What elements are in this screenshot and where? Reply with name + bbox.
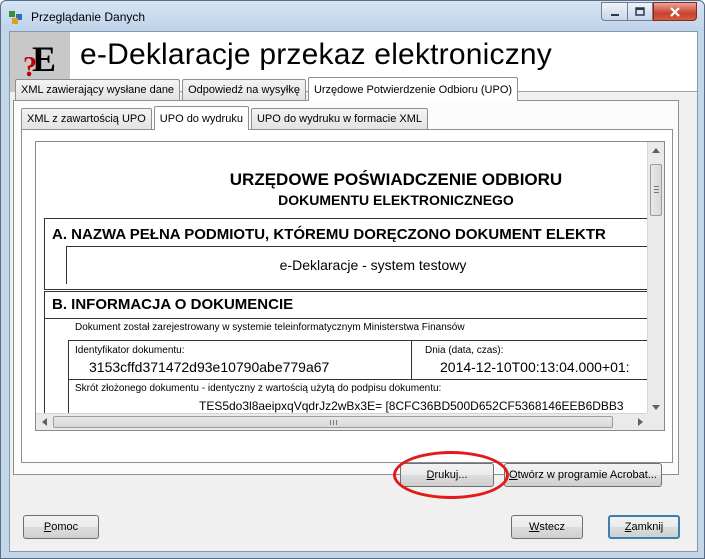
scroll-right-button[interactable] (632, 414, 648, 430)
app-window: Przeglądanie Danych ? E e-Deklaracje prz… (0, 0, 705, 559)
print-label: rukuj... (434, 469, 468, 481)
help-label: omoc (51, 521, 79, 533)
window-controls (601, 2, 697, 21)
close-hotkey: Z (624, 521, 632, 533)
document-subtitle: DOKUMENTU ELEKTRONICZNEGO (278, 192, 514, 208)
grip-line (336, 420, 337, 425)
grip-line (330, 420, 331, 425)
outer-tab-strip: XML zawierający wysłane dane Odpowiedź n… (15, 77, 520, 101)
date-label: Dnia (data, czas): (425, 345, 504, 356)
recipient-name: e-Deklaracje - system testowy (279, 257, 467, 273)
back-button[interactable]: Wstecz (511, 515, 583, 539)
document-info-box: Identyfikator dokumentu: 3153cffd371472d… (68, 340, 648, 417)
date-value: 2014-12-10T00:13:04.000+01: (440, 359, 630, 375)
minimize-icon (610, 13, 619, 16)
scroll-left-button[interactable] (36, 414, 52, 430)
scroll-up-button[interactable] (648, 142, 664, 158)
open-label: twórz w programie Acrobat... (517, 469, 657, 481)
vertical-scrollbar[interactable] (647, 142, 664, 415)
close-icon (670, 6, 680, 17)
open-in-acrobat-button[interactable]: Otwórz w programie Acrobat... (504, 463, 662, 487)
open-hotkey: O (509, 469, 518, 481)
tab-response[interactable]: Odpowiedź na wysyłkę (182, 79, 306, 100)
inner-tab-strip: XML z zawartością UPO UPO do wydruku UPO… (21, 106, 430, 130)
section-a: A. NAZWA PEŁNA PODMIOTU, KTÓREMU DORĘCZO… (44, 218, 648, 290)
print-hotkey: D (426, 469, 435, 481)
section-b: B. INFORMACJA O DOKUMENCIE Dokument zost… (44, 291, 648, 417)
close-dialog-button[interactable]: Zamknij (608, 515, 680, 539)
help-hotkey: P (43, 521, 52, 533)
tab-upo[interactable]: Urzędowe Potwierdzenie Odbioru (UPO) (307, 77, 519, 101)
tab-xml-upo-content[interactable]: XML z zawartością UPO (21, 108, 152, 129)
scroll-down-icon (652, 404, 660, 410)
section-a-heading: A. NAZWA PEŁNA PODMIOTU, KTÓREMU DORĘCZO… (52, 226, 606, 243)
window-title: Przeglądanie Danych (31, 10, 146, 24)
close-label: amknij (631, 521, 664, 533)
header-title: e-Deklaracje przekaz elektroniczny (80, 38, 552, 71)
grip-line (654, 186, 659, 187)
tab-label: Urzędowe Potwierdzenie Odbioru (UPO) (313, 83, 513, 96)
tab-label: UPO do wydruku (159, 112, 243, 125)
minimize-button[interactable] (601, 2, 627, 21)
document-id-value: 3153cffd371472d93e10790abe779a67 (89, 359, 330, 375)
tab-label: XML zawierający wysłane dane (21, 84, 175, 96)
grip-line (654, 192, 659, 193)
divider (69, 379, 648, 380)
document-id-label: Identyfikator dokumentu: (75, 345, 185, 356)
document-viewer[interactable]: URZĘDOWE POŚWIADCZENIE ODBIORU DOKUMENTU… (35, 141, 665, 431)
title-bar[interactable]: Przeglądanie Danych (1, 1, 704, 31)
back-hotkey: W (528, 521, 540, 533)
help-button[interactable]: Pomoc (23, 515, 99, 539)
document-title: URZĘDOWE POŚWIADCZENIE ODBIORU (229, 170, 563, 189)
vertical-scroll-thumb[interactable] (650, 164, 662, 216)
maximize-button[interactable] (627, 2, 653, 21)
tab-label: XML z zawartością UPO (27, 113, 146, 125)
divider (45, 318, 648, 319)
scroll-up-icon (652, 147, 660, 153)
section-b-heading: B. INFORMACJA O DOKUMENCIE (52, 296, 294, 313)
section-a-value-box: e-Deklaracje - system testowy (66, 246, 648, 284)
app-icon (9, 11, 22, 24)
close-button[interactable] (653, 2, 697, 21)
back-label: stecz (539, 521, 566, 533)
document-page: URZĘDOWE POŚWIADCZENIE ODBIORU DOKUMENTU… (36, 142, 648, 417)
scroll-left-icon (41, 418, 47, 426)
hash-label: Skrót złożonego dokumentu - identyczny z… (75, 383, 442, 394)
horizontal-scrollbar[interactable] (36, 413, 648, 430)
grip-line (333, 420, 334, 425)
horizontal-scroll-thumb[interactable] (53, 416, 613, 428)
tab-label: UPO do wydruku w formacie XML (256, 113, 423, 125)
logo-letter: E (32, 39, 57, 79)
tab-upo-print[interactable]: UPO do wydruku (153, 106, 249, 130)
registration-note: Dokument został zarejestrowany w systemi… (75, 322, 465, 333)
hash-value: TES5do3l8aeipxqVqdrJz2wBx3E= [8CFC36BD50… (199, 399, 624, 413)
maximize-icon (635, 6, 645, 16)
tab-label: Odpowiedź na wysyłkę (188, 84, 300, 96)
print-button[interactable]: Drukuj... (400, 463, 494, 487)
scroll-right-icon (637, 418, 643, 426)
tab-xml-sent-data[interactable]: XML zawierający wysłane dane (15, 79, 181, 100)
scrollbar-corner (647, 413, 664, 430)
grip-line (654, 189, 659, 190)
divider (411, 341, 412, 379)
tab-upo-print-xml[interactable]: UPO do wydruku w formacie XML (250, 108, 429, 129)
